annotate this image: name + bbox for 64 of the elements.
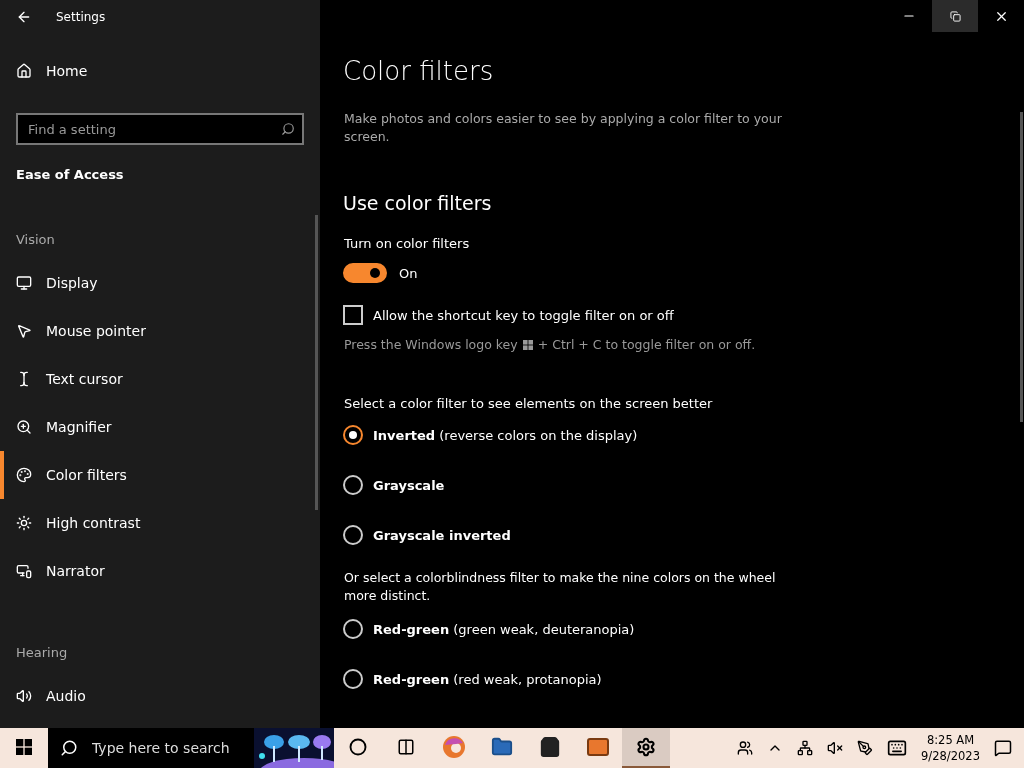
radio-label: Red-green (green weak, deuteranopia) xyxy=(373,621,635,637)
search-field[interactable]: Find a setting xyxy=(16,113,304,145)
browser-icon xyxy=(442,735,466,759)
sun-icon xyxy=(16,515,32,531)
taskbar-search-field[interactable]: Type here to search xyxy=(90,739,250,757)
settings-icon xyxy=(636,737,656,757)
radio-button[interactable] xyxy=(343,475,363,495)
search-icon xyxy=(60,739,78,757)
home-nav-item[interactable]: Home xyxy=(0,47,320,95)
pointer-icon xyxy=(16,323,32,339)
circle-icon xyxy=(349,738,367,756)
speaker-icon xyxy=(16,688,32,704)
nav-item[interactable]: High contrast xyxy=(0,499,320,547)
radio-label: Grayscale xyxy=(373,477,445,493)
search-icon xyxy=(281,122,295,136)
clock[interactable]: 8:25 AM 9/28/2023 xyxy=(921,732,980,764)
toggle-label: Turn on color filters xyxy=(343,236,471,251)
nav-item[interactable]: Audio xyxy=(0,672,320,720)
toggle-state: On xyxy=(399,265,418,281)
narrator-icon xyxy=(16,563,32,579)
magnifier-icon xyxy=(16,419,32,435)
taskbar-search-bar[interactable]: Type here to search xyxy=(48,728,334,768)
windows-logo-icon xyxy=(522,339,533,350)
section-heading: Vision xyxy=(16,232,56,247)
restore-icon xyxy=(949,10,961,22)
palette-icon xyxy=(16,467,32,483)
monitor-icon xyxy=(16,275,32,291)
nav-item[interactable]: Display xyxy=(0,259,320,307)
checkbox-label: Allow the shortcut key to toggle filter on or off xyxy=(373,307,674,323)
restore-button[interactable] xyxy=(932,0,978,32)
radio-label: Grayscale inverted xyxy=(373,527,511,543)
nav-item[interactable]: Text cursor xyxy=(0,355,320,403)
toggle-switch[interactable] xyxy=(343,263,387,283)
home-icon xyxy=(16,63,32,79)
folder-icon xyxy=(491,736,513,758)
pen-icon[interactable] xyxy=(857,740,874,756)
notification-icon[interactable] xyxy=(994,739,1012,757)
nav-item[interactable]: Magnifier xyxy=(0,403,320,451)
category-title: Ease of Access xyxy=(16,167,125,182)
taskbar-app-button[interactable] xyxy=(622,728,670,768)
network-icon[interactable] xyxy=(797,740,814,756)
description: Make photos and colors easier to see by applying a color filter to your screen. xyxy=(343,110,783,146)
hint-text: + Ctrl + C to toggle filter on or off. xyxy=(537,337,756,352)
nav-item[interactable]: Mouse pointer xyxy=(0,307,320,355)
page-title: Color filters xyxy=(343,56,495,86)
colorblind-prompt: Or select a colorblindness filter to make the nine colors on the wheel more distinct. xyxy=(343,569,777,605)
people-icon[interactable] xyxy=(737,740,754,756)
windows-logo-icon xyxy=(16,739,32,755)
task-view-icon xyxy=(397,738,415,756)
checkbox[interactable] xyxy=(343,305,363,325)
radio-label: Inverted (reverse colors on the display) xyxy=(373,427,638,443)
nav-item[interactable]: Narrator xyxy=(0,547,320,595)
radio-label: Red-green (red weak, protanopia) xyxy=(373,671,602,687)
section-title: Use color filters xyxy=(343,192,493,214)
window-title: Settings xyxy=(56,9,106,24)
radio-button[interactable] xyxy=(343,425,363,445)
radio-button[interactable] xyxy=(343,619,363,639)
filter-prompt: Select a color filter to see elements on the screen better xyxy=(343,396,714,411)
radio-button[interactable] xyxy=(343,525,363,545)
muted-speaker-icon[interactable] xyxy=(827,740,844,756)
section-heading: Hearing xyxy=(16,645,69,660)
radio-button[interactable] xyxy=(343,669,363,689)
hint-text: Press the Windows logo key xyxy=(344,337,518,352)
keyboard-icon[interactable] xyxy=(887,738,908,758)
